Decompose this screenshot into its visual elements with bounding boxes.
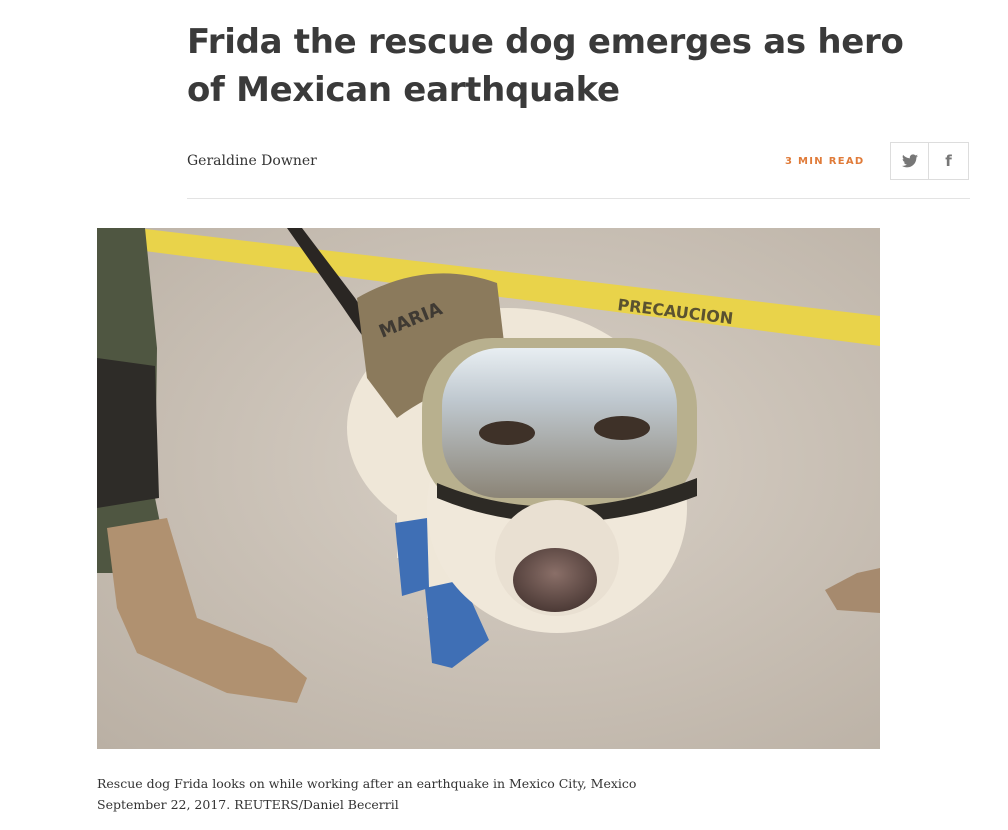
- twitter-icon: [901, 154, 918, 168]
- facebook-icon: f: [945, 151, 952, 170]
- twitter-share-button[interactable]: [890, 142, 929, 180]
- photo-caption: Rescue dog Frida looks on while working …: [97, 776, 637, 812]
- article-byline: Geraldine Downer 3 MIN READ f: [187, 142, 970, 199]
- share-buttons: f: [890, 142, 969, 180]
- facebook-share-button[interactable]: f: [929, 142, 969, 180]
- article-title: Frida the rescue dog emerges as hero of …: [187, 22, 904, 110]
- read-time: 3 MIN READ: [785, 156, 865, 167]
- knee-pad: [97, 358, 159, 508]
- author-name[interactable]: Geraldine Downer: [187, 153, 317, 169]
- article-photo: PRECAUCION MARIA: [97, 228, 880, 749]
- dog-nose: [513, 548, 597, 612]
